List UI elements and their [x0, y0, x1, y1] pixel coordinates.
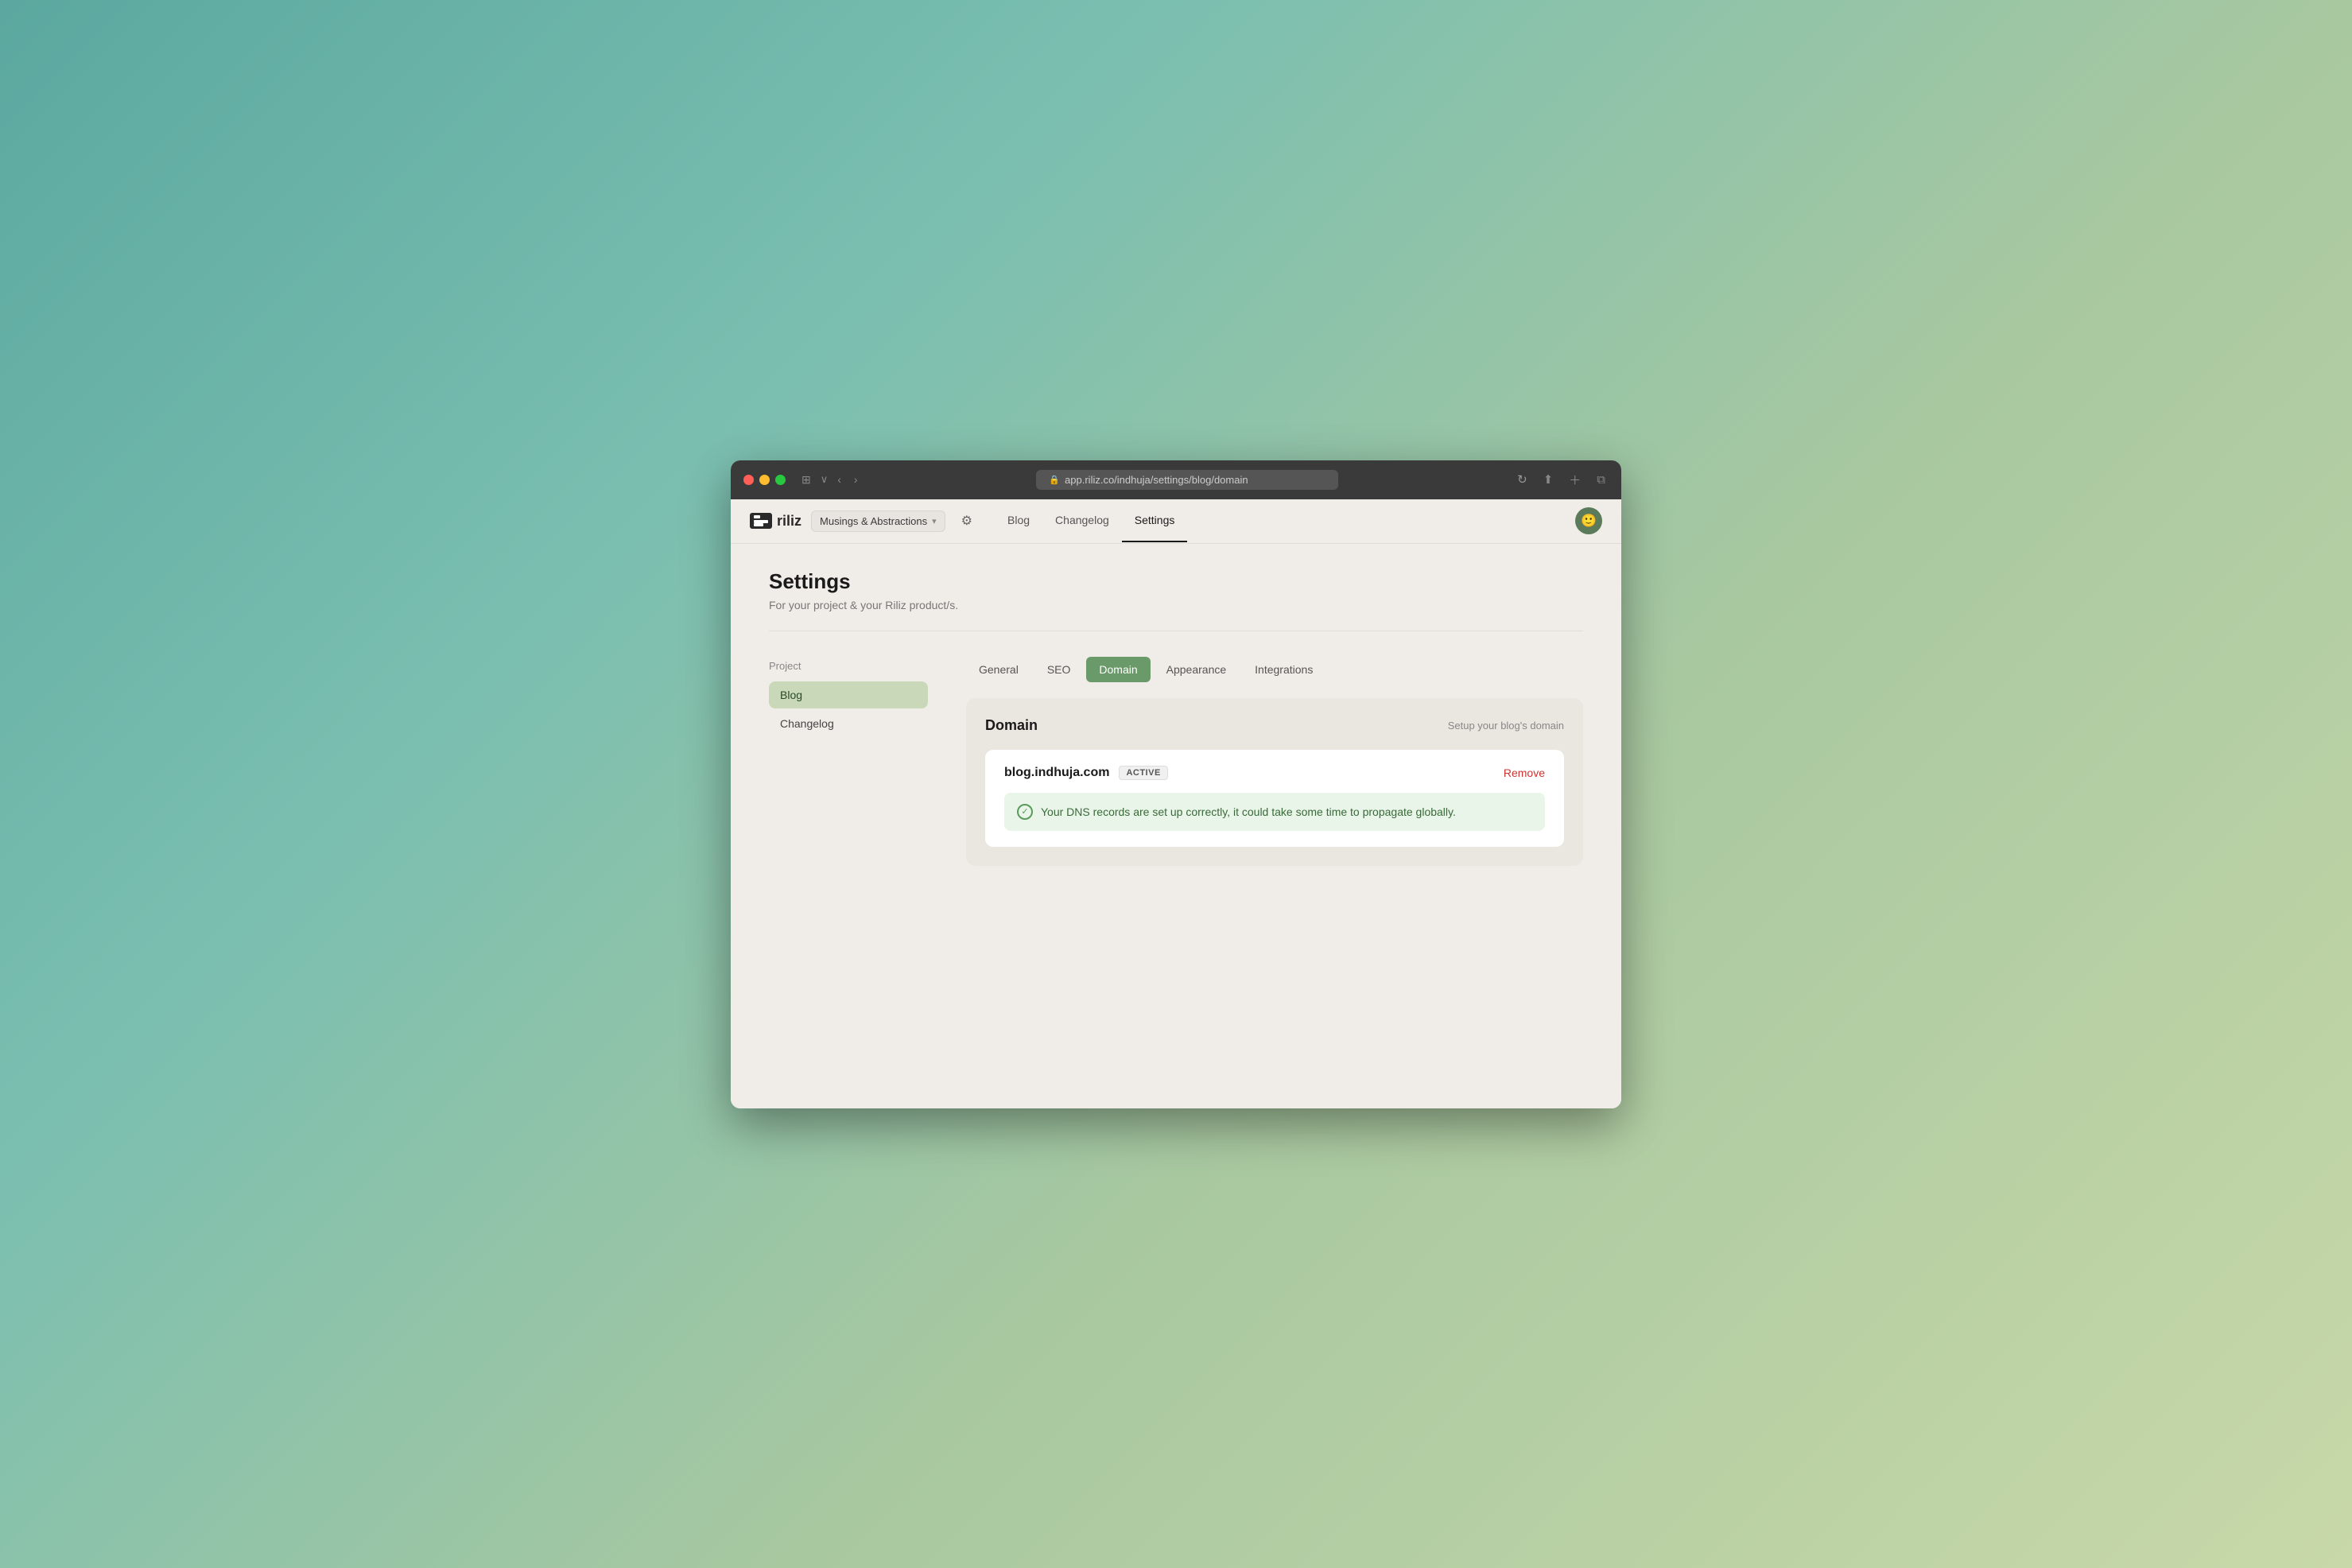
address-bar: 🔒 app.riliz.co/indhuja/settings/blog/dom… — [871, 470, 1505, 490]
domain-name: blog.indhuja.com — [1004, 766, 1109, 780]
workspace-name: Musings & Abstractions — [820, 515, 927, 527]
traffic-light-green[interactable] — [775, 475, 786, 485]
nav-link-blog[interactable]: Blog — [995, 499, 1042, 542]
nav-link-changelog[interactable]: Changelog — [1042, 499, 1122, 542]
tabs-button[interactable]: ⧉ — [1593, 472, 1609, 488]
logo: riliz — [750, 513, 801, 530]
forward-button[interactable]: › — [851, 472, 861, 487]
dns-success-banner: ✓ Your DNS records are set up correctly,… — [1004, 793, 1545, 831]
settings-tabs: General SEO Domain Appearance Integratio… — [966, 657, 1583, 682]
browser-controls: ⊞ ∨ ‹ › — [798, 472, 861, 488]
sidebar-toggle-button[interactable]: ⊞ — [798, 472, 814, 488]
domain-card: Domain Setup your blog's domain blog.ind… — [966, 698, 1583, 866]
back-button[interactable]: ‹ — [834, 472, 844, 487]
sidebar: Project Blog Changelog — [769, 657, 928, 1083]
chevron-down-icon: ▾ — [932, 516, 937, 526]
traffic-light-red[interactable] — [743, 475, 754, 485]
status-badge: ACTIVE — [1119, 766, 1167, 780]
share-button[interactable]: ⬆ — [1540, 471, 1557, 488]
check-circle-icon: ✓ — [1017, 804, 1033, 820]
tab-domain[interactable]: Domain — [1086, 657, 1150, 682]
domain-card-subtitle: Setup your blog's domain — [1448, 720, 1564, 732]
logo-area: riliz Musings & Abstractions ▾ ⚙ — [750, 510, 976, 532]
nav-links: Blog Changelog Settings — [995, 499, 1187, 542]
domain-card-title: Domain — [985, 717, 1038, 734]
page-title: Settings — [769, 569, 1583, 594]
content-area: Project Blog Changelog General SEO Domai… — [731, 631, 1621, 1108]
address-bar-inner[interactable]: 🔒 app.riliz.co/indhuja/settings/blog/dom… — [1036, 470, 1338, 490]
tab-seo[interactable]: SEO — [1034, 657, 1084, 682]
nav-right: 🙂 — [1575, 507, 1602, 534]
settings-gear-button[interactable]: ⚙ — [958, 510, 976, 532]
dns-success-text: Your DNS records are set up correctly, i… — [1041, 805, 1456, 818]
page-subtitle: For your project & your Riliz product/s. — [769, 599, 1583, 611]
new-tab-button[interactable]: ＋ — [1566, 470, 1584, 490]
traffic-lights — [743, 475, 786, 485]
sidebar-item-blog[interactable]: Blog — [769, 681, 928, 708]
avatar: 🙂 — [1575, 507, 1602, 534]
chevron-down-icon: ∨ — [821, 473, 829, 486]
browser-window: ⊞ ∨ ‹ › 🔒 app.riliz.co/indhuja/settings/… — [731, 460, 1621, 1108]
logo-text: riliz — [777, 513, 801, 530]
logo-icon — [750, 513, 772, 529]
settings-panel: General SEO Domain Appearance Integratio… — [966, 657, 1583, 1083]
tab-appearance[interactable]: Appearance — [1154, 657, 1240, 682]
page-header: Settings For your project & your Riliz p… — [731, 544, 1621, 631]
traffic-light-yellow[interactable] — [759, 475, 770, 485]
address-text: app.riliz.co/indhuja/settings/blog/domai… — [1065, 474, 1248, 486]
refresh-button[interactable]: ↻ — [1514, 471, 1531, 488]
tab-integrations[interactable]: Integrations — [1242, 657, 1325, 682]
domain-row: blog.indhuja.com ACTIVE Remove — [1004, 766, 1545, 780]
app-container: riliz Musings & Abstractions ▾ ⚙ Blog Ch… — [731, 499, 1621, 1108]
sidebar-item-changelog[interactable]: Changelog — [769, 710, 928, 737]
workspace-selector[interactable]: Musings & Abstractions ▾ — [811, 510, 945, 532]
domain-entry: blog.indhuja.com ACTIVE Remove ✓ Your DN… — [985, 750, 1564, 847]
domain-card-header: Domain Setup your blog's domain — [985, 717, 1564, 734]
top-nav: riliz Musings & Abstractions ▾ ⚙ Blog Ch… — [731, 499, 1621, 544]
tab-general[interactable]: General — [966, 657, 1031, 682]
sidebar-section-title: Project — [769, 657, 928, 675]
browser-actions: ⬆ ＋ ⧉ — [1540, 470, 1609, 490]
nav-link-settings[interactable]: Settings — [1122, 499, 1188, 542]
remove-domain-button[interactable]: Remove — [1504, 767, 1545, 779]
browser-chrome: ⊞ ∨ ‹ › 🔒 app.riliz.co/indhuja/settings/… — [731, 460, 1621, 499]
domain-info: blog.indhuja.com ACTIVE — [1004, 766, 1168, 780]
lock-icon: 🔒 — [1049, 475, 1060, 485]
